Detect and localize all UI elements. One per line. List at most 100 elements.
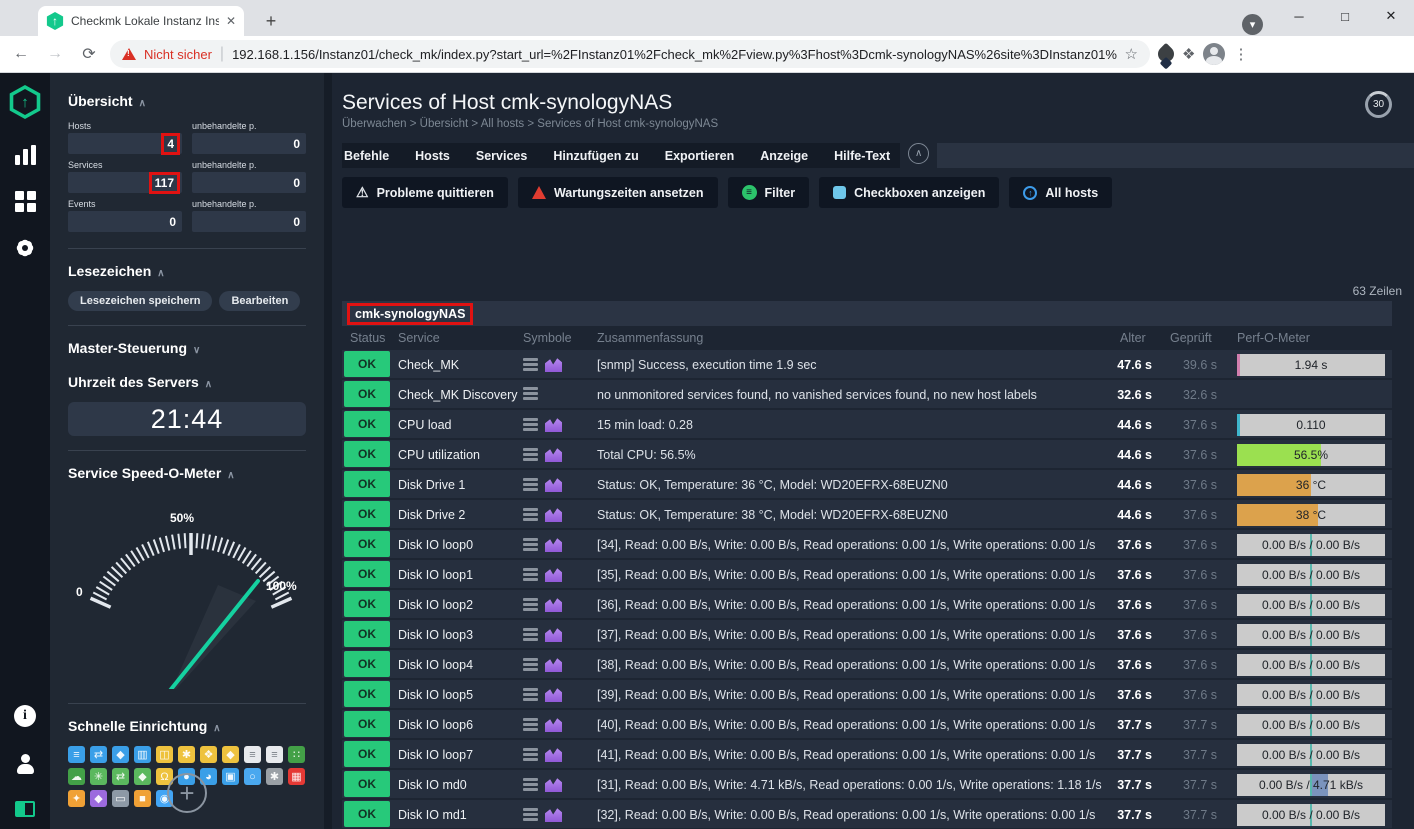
perf-o-meter[interactable]: 0.00 B/s / 0.00 B/s bbox=[1237, 684, 1385, 706]
wartungszeiten-ansetzen-button[interactable]: Wartungszeiten ansetzen bbox=[518, 177, 718, 208]
service-graph-icon[interactable] bbox=[545, 747, 562, 762]
save-bookmark-button[interactable]: Lesezeichen speichern bbox=[68, 291, 212, 311]
overview-stat-unhandled[interactable]: unbehandelte p.0 bbox=[192, 121, 306, 154]
menu-item-hinzufügen-zu[interactable]: Hinzufügen zu bbox=[553, 149, 638, 163]
setup-gear-icon[interactable] bbox=[15, 238, 35, 258]
timeperiods-icon[interactable]: ▦ bbox=[288, 768, 305, 785]
overview-stat-hosts[interactable]: Hosts4 bbox=[68, 121, 182, 154]
perf-o-meter[interactable]: 0.00 B/s / 0.00 B/s bbox=[1237, 564, 1385, 586]
perf-o-meter[interactable]: 0.00 B/s / 0.00 B/s bbox=[1237, 654, 1385, 676]
perf-o-meter[interactable]: 0.00 B/s / 4.71 kB/s bbox=[1237, 774, 1385, 796]
service-graph-icon[interactable] bbox=[545, 507, 562, 522]
perf-o-meter[interactable]: 0.00 B/s / 0.00 B/s bbox=[1237, 534, 1385, 556]
add-snapin-button[interactable]: + bbox=[167, 773, 207, 813]
global-settings-icon[interactable]: ✱ bbox=[266, 768, 283, 785]
service-menu-icon[interactable] bbox=[523, 538, 538, 551]
server-time-section-title[interactable]: Uhrzeit des Servers∧ bbox=[68, 374, 306, 390]
table-host-header[interactable]: cmk-synologyNAS bbox=[342, 301, 1392, 326]
service-graph-icon[interactable] bbox=[545, 417, 562, 432]
service-link[interactable]: Disk Drive 1 bbox=[398, 470, 520, 500]
service-menu-icon[interactable] bbox=[523, 478, 538, 491]
report-2-icon[interactable]: ≡ bbox=[266, 746, 283, 763]
browser-update-icon[interactable]: ▾ bbox=[1242, 14, 1263, 35]
perf-o-meter[interactable]: 0.00 B/s / 0.00 B/s bbox=[1237, 714, 1385, 736]
service-menu-icon[interactable] bbox=[523, 688, 538, 701]
browser-tab[interactable]: ↑ Checkmk Lokale Instanz Instanz0 ✕ bbox=[38, 6, 244, 36]
service-graph-icon[interactable] bbox=[545, 657, 562, 672]
menu-collapse-button[interactable]: ∧ bbox=[908, 143, 929, 164]
menu-item-hilfe-text[interactable]: Hilfe-Text bbox=[834, 149, 890, 163]
service-link[interactable]: Disk IO loop7 bbox=[398, 740, 520, 770]
service-menu-icon[interactable] bbox=[523, 718, 538, 731]
url-bar[interactable]: Nicht sicher | 192.168.1.156/Instanz01/c… bbox=[110, 40, 1150, 68]
service-graph-icon[interactable] bbox=[545, 537, 562, 552]
perf-o-meter[interactable]: 38 °C bbox=[1237, 504, 1385, 526]
security-label[interactable]: Nicht sicher bbox=[144, 47, 212, 62]
agents-icon[interactable]: ∷ bbox=[288, 746, 305, 763]
info-icon[interactable]: i bbox=[14, 705, 36, 727]
service-link[interactable]: Disk IO loop3 bbox=[398, 620, 520, 650]
checkmk-logo-icon[interactable]: ↑ bbox=[8, 85, 42, 119]
distributed-sync-icon[interactable]: ⇄ bbox=[112, 768, 129, 785]
bookmarks-section-title[interactable]: Lesezeichen∧ bbox=[68, 263, 306, 279]
network-icon[interactable]: ✳ bbox=[90, 768, 107, 785]
service-link[interactable]: Disk IO loop2 bbox=[398, 590, 520, 620]
overview-stat-events[interactable]: Events0 bbox=[68, 199, 182, 232]
service-menu-icon[interactable] bbox=[523, 358, 538, 371]
new-tab-button[interactable]: + bbox=[258, 8, 284, 34]
service-link[interactable]: Disk IO loop6 bbox=[398, 710, 520, 740]
tab-close-icon[interactable]: ✕ bbox=[226, 14, 236, 28]
hosts-icon[interactable]: ≡ bbox=[68, 746, 85, 763]
service-graph-icon[interactable] bbox=[545, 627, 562, 642]
service-menu-icon[interactable] bbox=[523, 598, 538, 611]
reload-icon[interactable]: ⟳ bbox=[76, 44, 102, 64]
all-hosts-button[interactable]: ↑All hosts bbox=[1009, 177, 1112, 208]
service-menu-icon[interactable] bbox=[523, 658, 538, 671]
service-link[interactable]: Disk IO loop1 bbox=[398, 560, 520, 590]
monitoring-icon[interactable] bbox=[15, 145, 36, 165]
service-link[interactable]: CPU utilization bbox=[398, 440, 520, 470]
perf-o-meter[interactable]: 56.5% bbox=[1237, 444, 1385, 466]
service-menu-icon[interactable] bbox=[523, 628, 538, 641]
service-link[interactable]: Disk IO loop4 bbox=[398, 650, 520, 680]
master-control-section-title[interactable]: Master-Steuerung∨ bbox=[68, 340, 306, 356]
service-menu-icon[interactable] bbox=[523, 418, 538, 431]
service-menu-icon[interactable] bbox=[523, 808, 538, 821]
service-link[interactable]: Disk IO md0 bbox=[398, 770, 520, 800]
overview-stat-services[interactable]: Services117 bbox=[68, 160, 182, 193]
service-menu-icon[interactable] bbox=[523, 387, 538, 400]
overview-stat-unhandled[interactable]: unbehandelte p.0 bbox=[192, 199, 306, 232]
probleme-quittieren-button[interactable]: ⚠Probleme quittieren bbox=[342, 177, 508, 208]
service-graph-icon[interactable] bbox=[545, 597, 562, 612]
service-groups-icon[interactable]: ◆ bbox=[222, 746, 239, 763]
service-link[interactable]: Check_MK Discovery bbox=[398, 380, 520, 410]
window-close-button[interactable]: ✕ bbox=[1368, 0, 1414, 32]
edit-bookmarks-button[interactable]: Bearbeiten bbox=[219, 291, 300, 311]
perf-o-meter[interactable]: 0.00 B/s / 0.00 B/s bbox=[1237, 804, 1385, 826]
not-secure-warning-icon[interactable] bbox=[122, 48, 136, 60]
service-graph-icon[interactable] bbox=[545, 717, 562, 732]
passwords-icon[interactable]: ✦ bbox=[68, 790, 85, 807]
perf-o-meter[interactable]: 0.00 B/s / 0.00 B/s bbox=[1237, 594, 1385, 616]
speedometer-section-title[interactable]: Service Speed-O-Meter∧ bbox=[68, 465, 306, 481]
service-graph-icon[interactable] bbox=[545, 807, 562, 822]
modules-icon[interactable]: ◆ bbox=[90, 790, 107, 807]
perf-o-meter[interactable]: 0.110 bbox=[1237, 414, 1385, 436]
profile-avatar[interactable] bbox=[1203, 43, 1225, 65]
sidebar-toggle-icon[interactable] bbox=[15, 801, 35, 817]
service-link[interactable]: Disk IO md1 bbox=[398, 800, 520, 829]
back-icon[interactable]: ← bbox=[8, 45, 34, 63]
search-icon[interactable]: ○ bbox=[244, 768, 261, 785]
service-graph-icon[interactable] bbox=[545, 477, 562, 492]
service-menu-icon[interactable] bbox=[523, 778, 538, 791]
tags-icon[interactable]: ◆ bbox=[112, 746, 129, 763]
service-link[interactable]: Disk IO loop5 bbox=[398, 680, 520, 710]
service-link[interactable]: Check_MK bbox=[398, 350, 520, 380]
customize-icon[interactable] bbox=[15, 191, 36, 212]
cloud-icon[interactable]: ☁ bbox=[68, 768, 85, 785]
window-maximize-button[interactable]: □ bbox=[1322, 0, 1368, 32]
service-graph-icon[interactable] bbox=[545, 357, 562, 372]
filter-button[interactable]: ≡Filter bbox=[728, 177, 810, 208]
hosts-update-icon[interactable]: ⇄ bbox=[90, 746, 107, 763]
url-text[interactable]: 192.168.1.156/Instanz01/check_mk/index.p… bbox=[232, 47, 1116, 62]
